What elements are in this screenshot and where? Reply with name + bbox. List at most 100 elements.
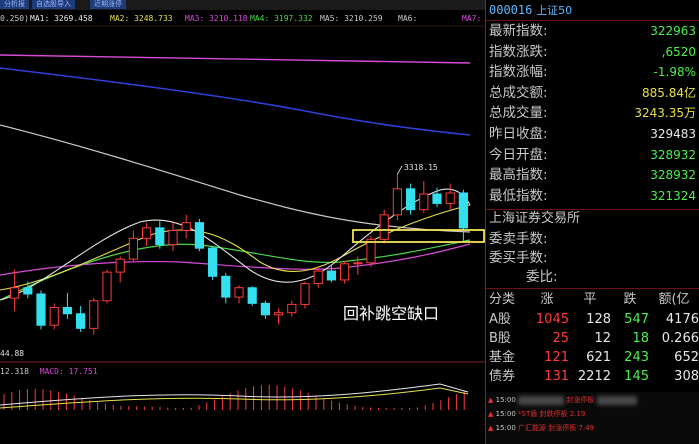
quote-panel: 000016 上证50 最新指数: 322963 指数涨跌: ,6520 指数涨幅: -1… [486,0,699,444]
quote-value: 3243.35万 [634,106,696,121]
breadth-col-header: 额(亿 [658,292,690,307]
candle-body [392,188,402,216]
breadth-cell-cat: A股 [489,312,511,327]
ma3-value: MA3: 3210.118 [185,14,248,23]
macd-param: 12.318 [0,367,29,376]
candle-body [274,312,284,316]
ticker-row[interactable]: ▲ 15:00 封涨停板 [488,394,637,406]
candle-body [194,222,204,249]
candle-body [128,237,138,260]
breadth-cell-cat: 债券 [489,369,516,384]
candle-body [49,307,59,326]
candle-body [313,270,323,285]
candle-body [36,293,46,326]
candle-body [419,193,429,211]
tab-recent-limit-up[interactable]: 近期涨停 [90,0,126,9]
breadth-row: 基金 121 621 243 652 [486,348,699,367]
gap-fill-annotation: 回补跳空缺口 [343,304,440,323]
breadth-col-header: 跌 [623,292,637,307]
candle-body [76,313,86,329]
quote-row: 昨日收盘: 329483 [486,125,699,144]
index-name: 上证50 [536,4,573,17]
alert-ticker[interactable]: ▲ 15:00 封涨停板 ▲ 15:00 *ST盾 封跌停板 2.19 ▲ 15… [486,392,699,444]
candle-body [247,287,257,304]
candle-body [300,283,310,305]
candle-body [115,258,125,273]
candle-body [155,227,165,246]
quote-label: 总成交额: [489,84,548,101]
quote-value: -1.98% [653,65,696,80]
breadth-cell-amt: 0.266 [661,331,699,346]
breadth-cell-up: 131 [544,369,569,384]
quote-row: 总成交量: 3243.35万 [486,104,699,123]
tab-analysis[interactable]: 分析报 [0,0,29,9]
ma2-line [0,204,471,291]
macd-legend: 12.318 MACD: 17.751 [0,367,104,376]
ma1-value: MA1: 3269.458 [30,14,93,23]
breadth-cell-amt: 652 [674,350,699,365]
breadth-row: A股 1045 128 547 4176 [486,310,699,329]
breadth-cell-flat: 12 [594,331,611,346]
ticker-row[interactable]: ▲ 15:00 *ST盾 封跌停板 2.19 [488,408,585,420]
quote-value: 322963 [650,24,696,38]
candle-body [445,192,455,204]
low-price-label: 44.88 [0,349,25,358]
separator [486,288,699,289]
ma5-line [0,124,471,233]
quote-label: 今日开盘: [489,146,548,163]
quote-value: 321324 [650,188,696,203]
breadth-cell-cat: B股 [489,331,511,346]
kline-chart-area[interactable]: 分析报 自选股导入 近期涨停 0.250) MA1: 3269.458 MA2:… [0,0,485,444]
candle-body [260,302,270,316]
quote-header: 000016 上证50 [486,0,699,20]
alert-icon: ▲ [488,396,494,404]
breadth-cell-down: 547 [624,312,649,327]
order-row: 委比: [486,268,699,287]
ticker-text: 广汇能源 封涨停板 7.49 [518,424,595,432]
candle-body [406,188,416,211]
breadth-cell-amt: 308 [674,369,699,384]
order-label: 委买手数: [489,250,548,266]
ma5-value: MA5: 3210.259 [320,14,383,23]
quote-label: 最新指数: [489,23,548,39]
quote-value: 329483 [650,127,696,141]
quote-label: 最低指数: [489,187,548,204]
breadth-row: B股 25 12 18 0.266 [486,329,699,348]
tab-import-watchlist[interactable]: 自选股导入 [32,0,75,9]
exchange-name: 上海证券交易所 [489,211,581,226]
quote-row: 最高指数: 328932 [486,166,699,185]
redacted-value [596,395,637,405]
ticker-text: *ST盾 封跌停板 2.19 [518,410,586,418]
ticker-row[interactable]: ▲ 15:00 广汇能源 封涨停板 7.49 [488,422,594,434]
peak-pointer [397,165,403,175]
toolbar: 分析报 自选股导入 近期涨停 [0,0,485,10]
alert-icon: ▲ [488,424,494,432]
quote-label: 昨日收盘: [489,126,548,142]
dif-line [0,383,469,406]
ma-legend: 0.250) MA1: 3269.458 MA2: 3248.733 MA3: … [0,14,485,26]
quote-row: 最新指数: 322963 [486,22,699,41]
quote-label: 指数涨跌: [489,43,548,60]
ticker-time: 15:00 [495,396,516,404]
kline-canvas[interactable] [0,0,485,444]
quote-value: 885.84亿 [642,85,696,100]
quote-row: 最低指数: 321324 [486,187,699,206]
quote-row: 总成交额: 885.84亿 [486,84,699,103]
breadth-cell-flat: 2212 [577,369,611,384]
quote-label: 总成交量: [489,105,548,122]
breadth-col-header: 涨 [540,292,554,307]
order-label: 委比: [526,269,558,285]
quote-row: 指数涨跌: ,6520 [486,43,699,62]
index-code: 000016 [489,3,533,17]
ma7-value: MA7: [462,14,482,23]
breadth-col-header: 分类 [489,292,516,307]
breadth-cell-cat: 基金 [489,350,516,365]
breadth-cell-flat: 128 [586,312,611,327]
quote-label: 指数涨幅: [489,64,548,81]
quote-row: 今日开盘: 328932 [486,146,699,165]
order-label: 委卖手数: [489,231,548,247]
candle-body [208,247,218,277]
quote-value: ,6520 [661,44,696,59]
ma4-value: MA4: 3197.332 [250,14,313,23]
candle-body [234,287,244,298]
